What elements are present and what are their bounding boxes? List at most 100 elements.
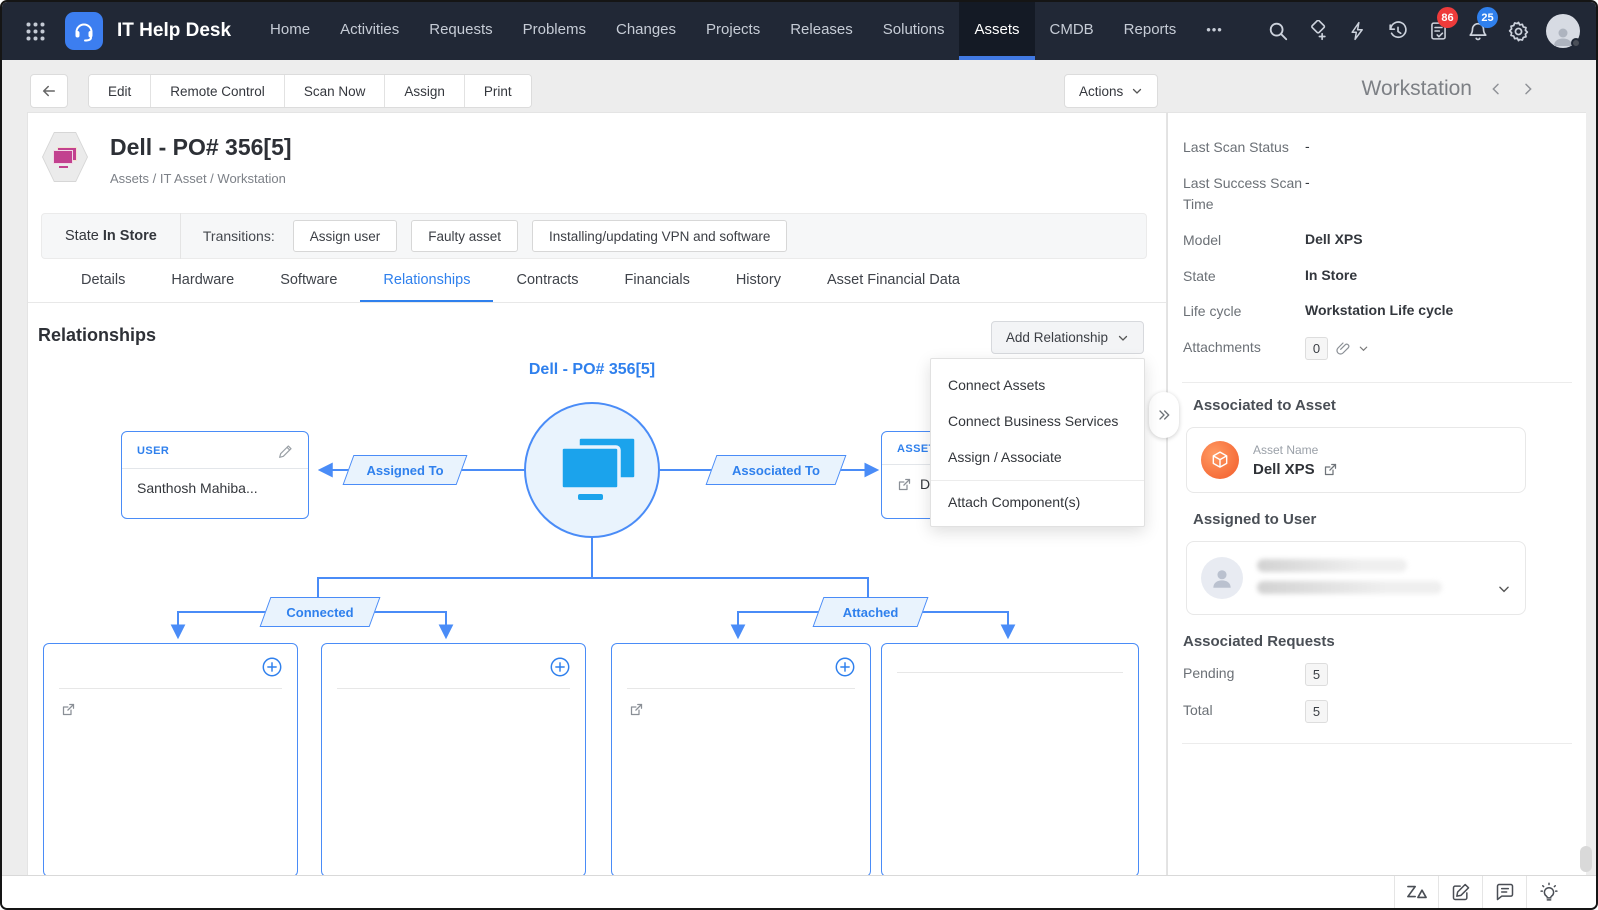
app-window: IT Help Desk Home Activities Requests Pr… <box>0 0 1598 910</box>
history-icon[interactable] <box>1378 2 1418 60</box>
app-launcher-icon[interactable] <box>26 22 45 41</box>
tab-software[interactable]: Software <box>257 259 360 302</box>
scrollbar-thumb[interactable] <box>1580 846 1592 872</box>
nav-item-releases[interactable]: Releases <box>775 2 868 60</box>
avatar-status-dot <box>1571 38 1581 48</box>
edge-label-associated-to: Associated To <box>711 455 841 485</box>
navbar-actions: 86 25 <box>1258 2 1580 60</box>
transition-assign-user-button[interactable]: Assign user <box>293 220 398 252</box>
tab-contracts[interactable]: Contracts <box>493 259 601 302</box>
field-attachments: Attachments 0 <box>1168 337 1586 360</box>
add-relationship-button[interactable]: Add Relationship <box>991 321 1144 354</box>
add-circle-icon[interactable] <box>549 656 571 678</box>
tasks-icon[interactable]: 86 <box>1418 2 1458 60</box>
tab-financials[interactable]: Financials <box>602 259 713 302</box>
add-circle-icon[interactable] <box>834 656 856 678</box>
nav-item-projects[interactable]: Projects <box>691 2 775 60</box>
tab-relationships[interactable]: Relationships <box>360 259 493 302</box>
asset-name-label: Asset Name <box>1253 443 1338 457</box>
menu-item-assign-associate[interactable]: Assign / Associate <box>931 439 1144 475</box>
external-link-icon[interactable] <box>1323 462 1338 477</box>
group-box-business-services[interactable] <box>321 643 586 877</box>
asset-tabs: Details Hardware Software Relationships … <box>28 259 1166 303</box>
quick-create-icon[interactable] <box>1298 2 1338 60</box>
nav-item-assets[interactable]: Assets <box>959 2 1034 60</box>
next-record-icon[interactable] <box>1520 79 1536 99</box>
edit-pencil-icon[interactable] <box>278 443 294 459</box>
pending-count-badge[interactable]: 5 <box>1305 663 1328 686</box>
lightning-icon[interactable] <box>1338 2 1378 60</box>
transition-faulty-asset-button[interactable]: Faulty asset <box>411 220 518 252</box>
paperclip-icon[interactable] <box>1335 341 1351 357</box>
field-life-cycle: Life cycle Workstation Life cycle <box>1168 301 1586 323</box>
zia-assistant-icon[interactable] <box>1394 876 1438 908</box>
user-node[interactable]: USER Santhosh Mahiba... <box>121 431 309 519</box>
tab-history[interactable]: History <box>713 259 804 302</box>
asset-action-buttons: Edit Remote Control Scan Now Assign Prin… <box>88 74 532 108</box>
tab-asset-financial-data[interactable]: Asset Financial Data <box>804 259 983 302</box>
lightbulb-icon[interactable] <box>1526 876 1570 908</box>
notifications-badge: 25 <box>1477 7 1498 28</box>
app-logo-headset-icon[interactable] <box>65 12 103 50</box>
group-box-assets-attached[interactable] <box>881 643 1139 877</box>
scan-now-button[interactable]: Scan Now <box>284 75 385 107</box>
comments-icon[interactable] <box>1482 876 1526 908</box>
total-count-badge[interactable]: 5 <box>1305 700 1328 723</box>
nav-item-activities[interactable]: Activities <box>325 2 414 60</box>
group-box-components[interactable] <box>611 643 871 877</box>
notifications-bell-icon[interactable]: 25 <box>1458 2 1498 60</box>
actions-dropdown-button[interactable]: Actions <box>1064 74 1158 108</box>
assigned-user-card[interactable] <box>1186 541 1526 615</box>
external-link-icon[interactable] <box>61 702 76 717</box>
asset-name-value: Dell XPS <box>1253 461 1315 478</box>
group-item[interactable] <box>322 689 585 715</box>
diagram-root-asset-label[interactable]: Dell - PO# 356[5] <box>472 361 712 379</box>
top-navbar: IT Help Desk Home Activities Requests Pr… <box>2 2 1596 60</box>
remote-control-button[interactable]: Remote Control <box>150 75 284 107</box>
nav-item-changes[interactable]: Changes <box>601 2 691 60</box>
nav-item-reports[interactable]: Reports <box>1109 2 1192 60</box>
notes-edit-icon[interactable] <box>1438 876 1482 908</box>
user-avatar[interactable] <box>1546 14 1580 48</box>
nav-item-home[interactable]: Home <box>255 2 325 60</box>
chevron-down-icon[interactable] <box>1358 343 1369 354</box>
main-navigation: Home Activities Requests Problems Change… <box>255 2 1238 60</box>
tab-hardware[interactable]: Hardware <box>148 259 257 302</box>
asset-breadcrumb: Assets / IT Asset / Workstation <box>110 171 292 186</box>
nav-item-requests[interactable]: Requests <box>414 2 507 60</box>
field-state: State In Store <box>1168 266 1586 288</box>
edge-label-attached: Attached <box>818 597 923 627</box>
nav-item-cmdb[interactable]: CMDB <box>1035 2 1109 60</box>
group-item[interactable] <box>44 689 297 730</box>
associated-to-asset-heading: Associated to Asset <box>1193 397 1586 414</box>
edit-button[interactable]: Edit <box>89 75 150 107</box>
relationships-heading: Relationships <box>38 325 156 346</box>
assign-button[interactable]: Assign <box>384 75 464 107</box>
module-pager: Workstation <box>1362 77 1537 101</box>
external-link-icon[interactable] <box>629 702 644 717</box>
add-circle-icon[interactable] <box>261 656 283 678</box>
print-button[interactable]: Print <box>464 75 531 107</box>
nav-item-problems[interactable]: Problems <box>508 2 601 60</box>
group-item[interactable] <box>612 689 870 730</box>
state-label: State <box>65 228 99 244</box>
redacted-user-email <box>1257 581 1442 594</box>
transition-installing-vpn-button[interactable]: Installing/updating VPN and software <box>532 220 787 252</box>
menu-item-attach-components[interactable]: Attach Component(s) <box>931 480 1144 520</box>
menu-item-connect-business-services[interactable]: Connect Business Services <box>931 403 1144 439</box>
user-avatar-placeholder-icon <box>1201 557 1243 599</box>
associated-asset-card[interactable]: Asset Name Dell XPS <box>1186 427 1526 493</box>
external-link-icon[interactable] <box>897 477 912 492</box>
back-button[interactable] <box>30 74 68 108</box>
nav-item-solutions[interactable]: Solutions <box>868 2 960 60</box>
nav-overflow-menu[interactable]: ••• <box>1191 2 1238 60</box>
tab-details[interactable]: Details <box>58 259 148 302</box>
search-icon[interactable] <box>1258 2 1298 60</box>
group-box-assets-connected[interactable] <box>43 643 298 877</box>
edge-label-connected: Connected <box>265 597 375 627</box>
sidebar-collapse-icon[interactable] <box>1149 392 1179 438</box>
previous-record-icon[interactable] <box>1488 79 1504 99</box>
menu-item-connect-assets[interactable]: Connect Assets <box>931 367 1144 403</box>
chevron-down-icon[interactable] <box>1497 582 1511 596</box>
settings-gear-icon[interactable] <box>1498 2 1538 60</box>
